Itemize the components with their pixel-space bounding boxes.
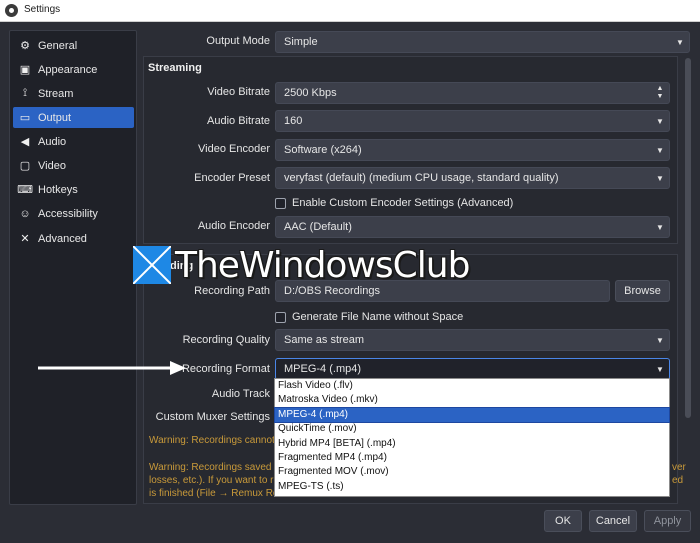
sidebar-item-label: Hotkeys: [38, 183, 78, 196]
sidebar-item-label: Audio: [38, 135, 67, 148]
encoder-preset-value: veryfast (default) (medium CPU usage, st…: [284, 172, 559, 184]
sidebar-item-label: Appearance: [38, 63, 98, 76]
speaker-icon: ◀: [20, 136, 30, 148]
custom-muxer-label: Custom Muxer Settings: [155, 411, 270, 423]
recording-format-dropdown-list: Flash Video (.flv) Matroska Video (.mkv)…: [274, 378, 670, 497]
format-option-mp4[interactable]: MPEG-4 (.mp4): [274, 406, 670, 424]
chevron-down-icon: ▼: [656, 222, 664, 232]
audio-encoder-value: AAC (Default): [284, 221, 352, 233]
audio-encoder-select[interactable]: AAC (Default) ▼: [275, 216, 670, 238]
keyboard-icon: ⌨: [17, 184, 33, 196]
appearance-icon: ▣: [19, 64, 31, 76]
chevron-down-icon: ▼: [656, 173, 664, 183]
scrollbar-thumb[interactable]: [685, 58, 691, 418]
settings-sidebar: ⚙ General ▣ Appearance ⟟ Stream ▭ Output…: [9, 30, 137, 505]
browse-button[interactable]: Browse: [615, 280, 670, 302]
watermark: TheWindowsClub: [133, 240, 470, 290]
spin-arrows-icon[interactable]: ▲ ▼: [653, 84, 667, 102]
watermark-text: TheWindowsClub: [175, 244, 470, 286]
sidebar-item-accessibility[interactable]: ☺ Accessibility: [13, 203, 134, 224]
sidebar-item-stream[interactable]: ⟟ Stream: [13, 83, 134, 104]
warning-text-2-tail: ver: [672, 462, 686, 473]
chevron-down-icon: ▼: [656, 116, 664, 126]
sidebar-item-label: Video: [38, 159, 66, 172]
sidebar-item-advanced[interactable]: ✕ Advanced: [13, 228, 134, 249]
custom-encoder-checkbox-row[interactable]: Enable Custom Encoder Settings (Advanced…: [275, 197, 513, 209]
video-encoder-label: Video Encoder: [198, 143, 270, 155]
ok-button[interactable]: OK: [544, 510, 582, 532]
filename-no-space-checkbox[interactable]: [275, 311, 286, 323]
format-option-fragmented-mp4[interactable]: Fragmented MP4 (.mp4): [275, 451, 669, 465]
filename-checkbox-label: Generate File Name without Space: [292, 311, 464, 323]
recording-quality-value: Same as stream: [284, 334, 365, 346]
video-bitrate-value: 2500 Kbps: [284, 87, 337, 99]
wrench-icon: ✕: [20, 233, 30, 245]
obs-logo-icon: [5, 4, 18, 17]
video-bitrate-label: Video Bitrate: [207, 86, 270, 98]
audio-bitrate-value: 160: [284, 115, 303, 127]
sidebar-item-output[interactable]: ▭ Output: [13, 107, 134, 128]
output-mode-label: Output Mode: [206, 35, 270, 47]
gear-icon: ⚙: [20, 40, 30, 52]
chevron-down-icon: ▼: [656, 364, 664, 374]
output-icon: ▭: [19, 112, 31, 124]
watermark-logo-icon: [133, 246, 171, 284]
format-option-mov[interactable]: QuickTime (.mov): [275, 422, 669, 436]
sidebar-item-hotkeys[interactable]: ⌨ Hotkeys: [13, 179, 134, 200]
output-mode-select[interactable]: Simple ▼: [275, 31, 690, 53]
accessibility-icon: ☺: [19, 207, 31, 220]
format-option-ts[interactable]: MPEG-TS (.ts): [275, 480, 669, 494]
warning-text-3: losses, etc.). If you want to re: [149, 475, 280, 486]
audio-bitrate-select[interactable]: 160 ▼: [275, 110, 670, 132]
window-title: Settings: [24, 4, 61, 15]
chevron-down-icon: ▼: [656, 145, 664, 155]
encoder-preset-label: Encoder Preset: [194, 172, 270, 184]
chevron-down-icon: ▼: [676, 37, 684, 47]
broadcast-icon: ⟟: [22, 87, 28, 99]
title-bar: Settings: [0, 0, 700, 22]
encoder-preset-select[interactable]: veryfast (default) (medium CPU usage, st…: [275, 167, 670, 189]
custom-encoder-checkbox[interactable]: [275, 197, 286, 209]
sidebar-item-audio[interactable]: ◀ Audio: [13, 131, 134, 152]
recording-quality-label: Recording Quality: [182, 334, 270, 346]
audio-track-label: Audio Track: [211, 388, 270, 400]
annotation-arrow-icon: [38, 361, 186, 375]
format-option-fragmented-mov[interactable]: Fragmented MOV (.mov): [275, 465, 669, 479]
filename-checkbox-row[interactable]: Generate File Name without Space: [275, 311, 463, 323]
warning-text-2: Warning: Recordings saved to: [149, 462, 283, 473]
format-option-mkv[interactable]: Matroska Video (.mkv): [275, 393, 669, 407]
recording-format-value: MPEG-4 (.mp4): [284, 363, 362, 375]
video-encoder-value: Software (x264): [284, 144, 362, 156]
video-encoder-select[interactable]: Software (x264) ▼: [275, 139, 670, 161]
custom-encoder-checkbox-label: Enable Custom Encoder Settings (Advanced…: [292, 197, 514, 209]
sidebar-item-label: Stream: [38, 87, 74, 100]
sidebar-item-general[interactable]: ⚙ General: [13, 35, 134, 56]
sidebar-item-label: Advanced: [38, 232, 87, 245]
format-option-hybrid-mp4[interactable]: Hybrid MP4 [BETA] (.mp4): [275, 437, 669, 451]
warning-text-3-tail: ed: [672, 475, 684, 486]
audio-bitrate-label: Audio Bitrate: [207, 115, 270, 127]
streaming-section-title: Streaming: [148, 62, 202, 74]
monitor-icon: ▢: [19, 160, 31, 172]
sidebar-item-video[interactable]: ▢ Video: [13, 155, 134, 176]
apply-button[interactable]: Apply: [644, 510, 691, 532]
sidebar-item-appearance[interactable]: ▣ Appearance: [13, 59, 134, 80]
sidebar-item-label: General: [38, 39, 78, 52]
warning-text-4: is finished (File → Remux Recordi: [149, 488, 274, 499]
audio-encoder-label: Audio Encoder: [197, 220, 270, 232]
warning-text-1: Warning: Recordings cannot b: [149, 435, 284, 446]
recording-quality-select[interactable]: Same as stream ▼: [275, 329, 670, 351]
sidebar-item-label: Output: [38, 111, 72, 124]
format-option-flv[interactable]: Flash Video (.flv): [275, 379, 669, 393]
output-mode-value: Simple: [284, 36, 318, 48]
recording-format-select[interactable]: MPEG-4 (.mp4) ▼: [275, 358, 670, 380]
video-bitrate-spinbox[interactable]: 2500 Kbps ▲ ▼: [275, 82, 670, 104]
cancel-button[interactable]: Cancel: [589, 510, 637, 532]
chevron-down-icon: ▼: [656, 335, 664, 345]
sidebar-item-label: Accessibility: [38, 207, 98, 220]
